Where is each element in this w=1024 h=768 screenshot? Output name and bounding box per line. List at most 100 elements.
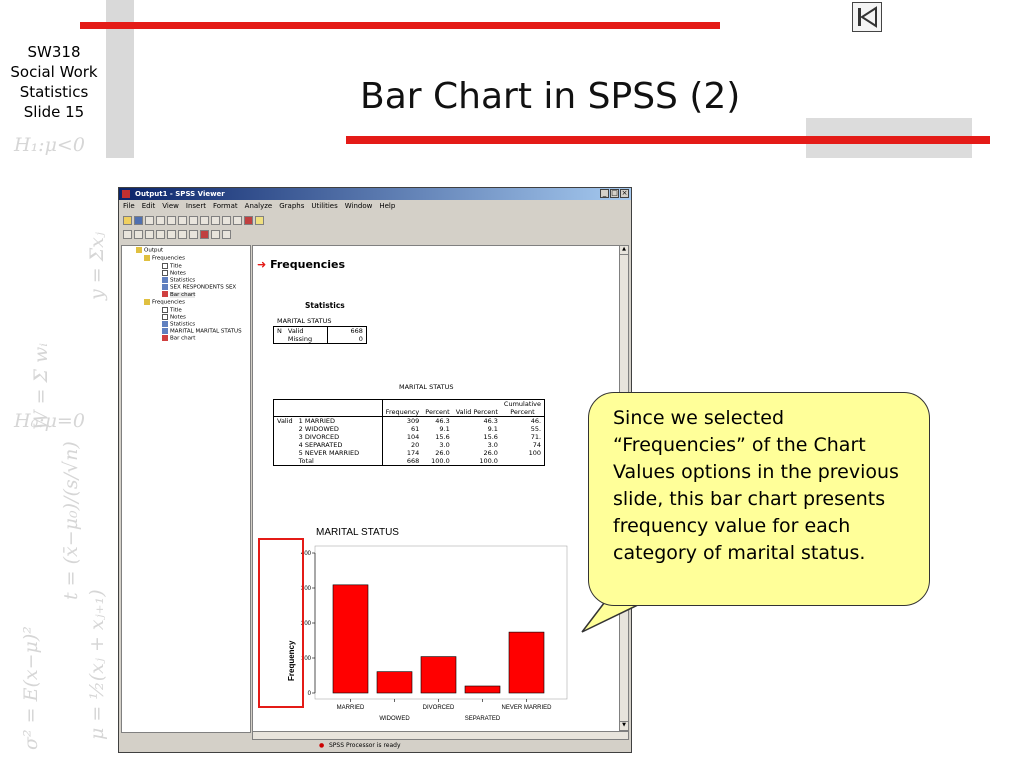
table-cell — [501, 457, 545, 466]
table-cell: 4 SEPARATED — [295, 441, 383, 449]
toolbar-outline — [123, 230, 233, 241]
decor-red-line-bottom — [346, 136, 990, 144]
variables-icon[interactable] — [211, 216, 220, 225]
expand-icon[interactable] — [167, 230, 176, 239]
table-row: Missing 0 — [274, 335, 367, 344]
promote-icon[interactable] — [145, 230, 154, 239]
tree-item-bar-chart-marital[interactable]: Bar chart — [162, 335, 195, 343]
current-item-arrow-icon: ➜ — [257, 258, 267, 271]
print-icon[interactable] — [145, 216, 154, 225]
tree-item-label: Output — [144, 247, 164, 254]
window-title: Output1 - SPSS Viewer — [135, 190, 225, 198]
page-icon — [162, 263, 168, 269]
table-row: 5 NEVER MARRIED 174 26.0 26.0 100 — [274, 449, 545, 457]
menu-edit[interactable]: Edit — [142, 202, 156, 210]
bar-separated — [464, 685, 501, 694]
statistics-table-title: Statistics — [305, 301, 345, 310]
bar-widowed — [376, 671, 413, 694]
table-row: Valid 1 MARRIED 309 46.3 46.3 46. — [274, 416, 545, 425]
table-cell — [274, 457, 296, 466]
menu-file[interactable]: File — [123, 202, 135, 210]
slide-number: Slide 15 — [23, 103, 85, 121]
table-cell: 309 — [406, 417, 420, 425]
table-cell — [274, 425, 296, 433]
table-cell: 46.3 — [483, 417, 498, 425]
table-cell: 5 NEVER MARRIED — [295, 449, 383, 457]
table-cell: 74 — [532, 441, 542, 449]
processor-status-icon: ● — [319, 742, 325, 749]
menu-utilities[interactable]: Utilities — [311, 202, 337, 210]
forward-arrow-icon[interactable] — [134, 230, 143, 239]
window-titlebar[interactable]: Output1 - SPSS Viewer — [119, 188, 631, 200]
spss-app-icon — [122, 190, 130, 198]
menu-insert[interactable]: Insert — [186, 202, 206, 210]
table-cell: 20 — [410, 441, 420, 449]
table-cell — [274, 441, 296, 449]
output-outline-tree: Output Frequencies Title Notes Statistic… — [121, 245, 251, 733]
first-slide-button[interactable] — [852, 2, 882, 32]
menu-help[interactable]: Help — [379, 202, 395, 210]
save-icon[interactable] — [134, 216, 143, 225]
table-header-cell: Percent — [422, 399, 453, 417]
insert-heading-icon[interactable] — [211, 230, 220, 239]
chart-builder-icon[interactable] — [244, 216, 253, 225]
tree-item-output[interactable]: Output — [136, 247, 163, 255]
export-icon[interactable] — [167, 216, 176, 225]
print-preview-icon[interactable] — [156, 216, 165, 225]
x-tick-label: DIVORCED — [423, 705, 455, 711]
x-axis-labels: MARRIED WIDOWED DIVORCED SEPARATEDNEVER MAR… — [337, 699, 552, 722]
select-cases-icon[interactable] — [233, 216, 242, 225]
open-icon[interactable] — [123, 216, 132, 225]
bar-never-married — [508, 631, 545, 694]
x-tick-label: SEPARATED — [465, 716, 501, 722]
tree-item-label: Frequencies — [152, 299, 185, 306]
menu-view[interactable]: View — [162, 202, 179, 210]
tree-item-bar-chart-sex[interactable]: Bar chart — [162, 291, 196, 299]
undo-icon[interactable] — [189, 216, 198, 225]
collapse-icon[interactable] — [178, 230, 187, 239]
math-watermark-2: σ² = E(x−μ)² — [20, 626, 42, 750]
table-cell: Total — [295, 457, 383, 466]
course-name-line1: Social Work — [10, 63, 98, 81]
table-cell: 668 — [350, 327, 363, 335]
tree-item-label: MARITAL MARITAL STATUS — [170, 328, 242, 335]
chart-title: MARITAL STATUS — [316, 527, 399, 538]
menu-graphs[interactable]: Graphs — [279, 202, 304, 210]
table-row: N Valid 668 — [274, 326, 367, 335]
table-header-cell: Cumulative Percent — [500, 399, 545, 417]
scroll-down-icon[interactable]: ▼ — [620, 721, 628, 730]
goto-data-icon[interactable] — [200, 216, 209, 225]
minimize-button[interactable]: _ — [600, 189, 609, 198]
table-cell: Valid — [277, 417, 293, 425]
explanation-callout: Since we selected “Frequencies” of the C… — [588, 392, 930, 606]
bar-married — [332, 584, 369, 694]
close-button[interactable]: × — [620, 189, 629, 198]
tree-item-label: Bar chart — [170, 291, 196, 298]
demote-icon[interactable] — [156, 230, 165, 239]
recall-dialog-icon[interactable] — [178, 216, 187, 225]
designate-window-icon[interactable] — [255, 216, 264, 225]
horizontal-scrollbar[interactable] — [252, 731, 629, 740]
show-icon[interactable] — [189, 230, 198, 239]
x-tick-label: MARRIED — [337, 705, 365, 711]
table-icon — [162, 277, 168, 283]
menu-analyze[interactable]: Analyze — [245, 202, 273, 210]
menu-format[interactable]: Format — [213, 202, 238, 210]
book-icon — [144, 299, 150, 305]
table-cell: 26.0 — [435, 449, 450, 457]
insert-title-icon[interactable] — [222, 230, 231, 239]
page-icon — [162, 307, 168, 313]
decor-red-line-top — [80, 22, 720, 29]
hide-icon[interactable] — [200, 230, 209, 239]
x-tick-label: WIDOWED — [379, 716, 410, 722]
maximize-button[interactable]: □ — [610, 189, 619, 198]
scroll-up-icon[interactable]: ▲ — [620, 246, 628, 255]
tree-item-frequencies-sex[interactable]: Frequencies — [144, 255, 185, 263]
table-cell: Missing — [284, 335, 328, 344]
slide-course-label: SW318 Social Work Statistics Slide 15 — [0, 42, 108, 122]
tree-item-frequencies-marital[interactable]: Frequencies — [144, 299, 185, 307]
menu-window[interactable]: Window — [345, 202, 373, 210]
tree-item-label: Bar chart — [170, 335, 196, 342]
back-arrow-icon[interactable] — [123, 230, 132, 239]
case-icon[interactable] — [222, 216, 231, 225]
